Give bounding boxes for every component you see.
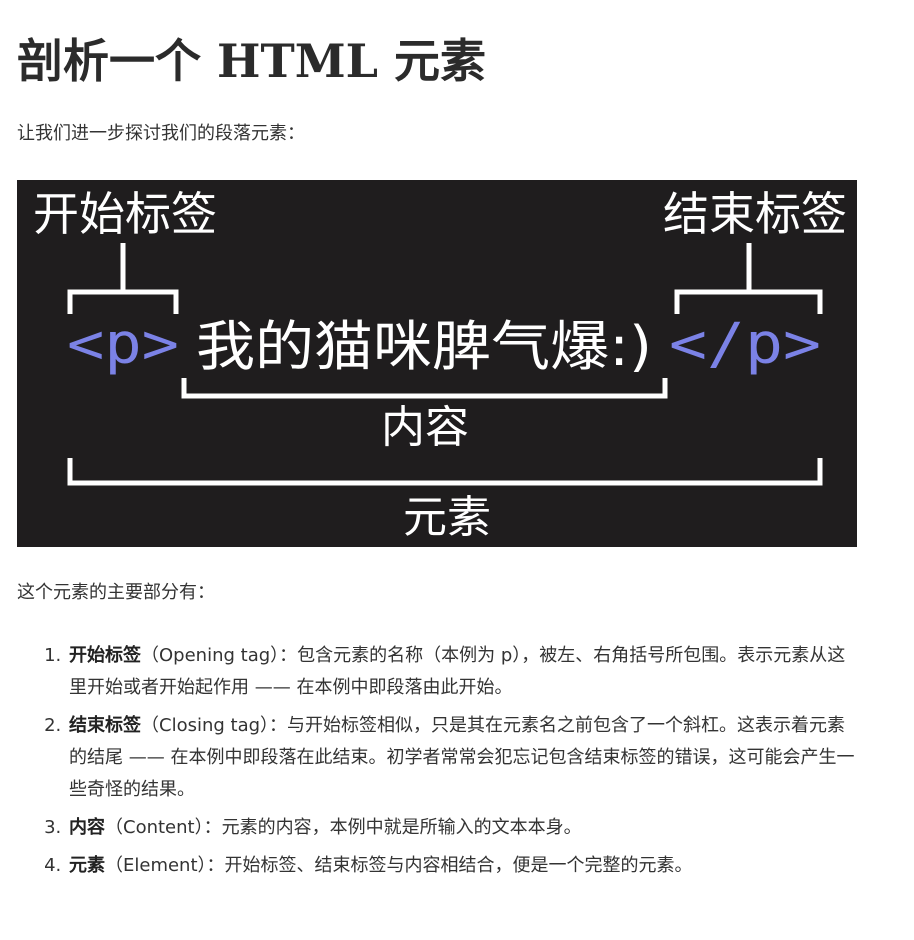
- element-caption: 元素: [403, 492, 491, 543]
- list-item-description: （Opening tag）：包含元素的名称（本例为 p），被左、右角括号所包围。…: [69, 645, 846, 698]
- list-item-description: （Element）：开始标签、结束标签与内容相结合，便是一个完整的元素。: [105, 855, 693, 876]
- list-item: 结束标签（Closing tag）：与开始标签相似，只是其在元素名之前包含了一个…: [67, 710, 857, 806]
- list-item: 元素（Element）：开始标签、结束标签与内容相结合，便是一个完整的元素。: [67, 850, 857, 882]
- list-item-term: 内容: [69, 817, 105, 838]
- list-item-description: （Closing tag）：与开始标签相似，只是其在元素名之前包含了一个斜杠。这…: [69, 715, 855, 800]
- list-item-term: 元素: [69, 855, 105, 876]
- list-item: 开始标签（Opening tag）：包含元素的名称（本例为 p），被左、右角括号…: [67, 640, 857, 704]
- content-caption: 内容: [381, 402, 469, 453]
- element-parts-list: 开始标签（Opening tag）：包含元素的名称（本例为 p），被左、右角括号…: [17, 640, 857, 888]
- summary-paragraph: 这个元素的主要部分有：: [17, 582, 215, 603]
- closing-tag-caption: 结束标签: [663, 187, 847, 241]
- page-title: 剖析一个 HTML 元素: [17, 34, 486, 88]
- list-item-description: （Content）：元素的内容，本例中就是所输入的文本本身。: [105, 817, 582, 838]
- intro-paragraph: 让我们进一步探讨我们的段落元素：: [17, 123, 305, 144]
- list-item: 内容（Content）：元素的内容，本例中就是所输入的文本本身。: [67, 812, 857, 844]
- opening-tag-caption: 开始标签: [33, 187, 217, 241]
- list-item-term: 开始标签: [69, 645, 141, 666]
- closing-tag: </p>: [669, 312, 821, 377]
- content-text: 我的猫咪脾气爆:): [196, 315, 652, 378]
- element-anatomy-diagram: 开始标签 结束标签 <p> 我的猫咪脾气爆:) </p> 内容 元素: [17, 180, 857, 547]
- opening-tag: <p>: [67, 312, 179, 377]
- list-item-term: 结束标签: [69, 715, 141, 736]
